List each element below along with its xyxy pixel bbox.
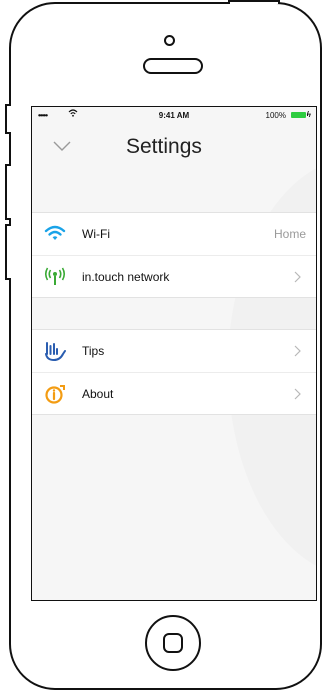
battery-icon — [291, 112, 308, 118]
chevron-right-icon — [294, 388, 301, 400]
info-icon — [45, 385, 65, 404]
chevron-down-icon[interactable] — [52, 139, 72, 153]
hand-gesture-icon — [45, 342, 66, 361]
chevron-right-icon — [294, 345, 301, 357]
earpiece-speaker — [143, 58, 203, 74]
settings-section-network: Wi-Fi Home in.touch network — [32, 212, 316, 298]
status-bar: ••••• 9:41 AM 100% ϟ — [32, 107, 316, 123]
mute-switch — [5, 104, 11, 134]
nav-bar: Settings — [32, 123, 316, 173]
front-camera — [164, 35, 175, 46]
network-antenna-icon — [44, 267, 66, 285]
volume-up-button — [5, 164, 11, 220]
list-item-intouch-network[interactable]: in.touch network — [32, 255, 316, 298]
volume-down-button — [5, 224, 11, 280]
about-label: About — [82, 387, 114, 401]
home-button[interactable] — [145, 615, 201, 671]
settings-section-info: Tips About — [32, 329, 316, 415]
chevron-right-icon — [294, 271, 301, 283]
intouch-network-label: in.touch network — [82, 270, 170, 284]
page-title: Settings — [126, 135, 202, 158]
wifi-label: Wi-Fi — [82, 227, 110, 241]
battery-percent: 100% — [265, 111, 286, 120]
tips-label: Tips — [82, 344, 105, 358]
charging-icon: ϟ — [306, 110, 311, 119]
wifi-icon — [44, 225, 66, 240]
power-button — [228, 0, 280, 4]
list-item-tips[interactable]: Tips — [32, 330, 316, 372]
list-item-wifi[interactable]: Wi-Fi Home — [32, 213, 316, 255]
screen: ••••• 9:41 AM 100% ϟ Settings Wi-Fi Home — [31, 106, 317, 601]
wifi-value: Home — [273, 227, 306, 241]
list-item-about[interactable]: About — [32, 372, 316, 415]
